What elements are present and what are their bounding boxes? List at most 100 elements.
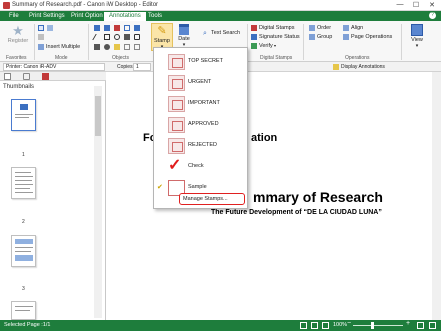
menu-item-rejected[interactable]: REJECTED	[154, 136, 247, 156]
note-icon[interactable]	[134, 25, 140, 31]
zoom-in-icon[interactable]: +	[406, 320, 410, 327]
manage-stamps-menu-item[interactable]: Manage Stamps...	[179, 193, 245, 205]
menu-item-check[interactable]: ✓ Check	[154, 157, 247, 177]
order-button[interactable]: Order	[317, 25, 331, 31]
polygon-icon[interactable]	[94, 44, 100, 50]
page-thumbnail-1[interactable]	[11, 99, 36, 131]
digital-stamps-button[interactable]: Digital Stamps	[259, 25, 294, 31]
thumbnail-scrollbar[interactable]	[94, 86, 102, 318]
rectangle-icon[interactable]	[124, 34, 130, 40]
pdf-tab-icon[interactable]	[42, 73, 49, 80]
status-bar: Selected Page :1/1 100% − +	[0, 320, 441, 331]
fit-width-icon[interactable]	[417, 322, 424, 329]
menu-item-urgent[interactable]: URGENT	[154, 73, 247, 93]
minimize-button[interactable]: —	[394, 1, 406, 8]
tab-tools[interactable]: Tools	[143, 12, 167, 21]
tab-annotations[interactable]: Annotations	[104, 12, 146, 21]
scrollbar-thumb[interactable]	[95, 96, 101, 136]
group-button[interactable]: Group	[317, 34, 332, 40]
text-line	[15, 188, 30, 189]
page-thumbnail-2[interactable]	[11, 167, 36, 199]
thumbnail-chart	[15, 239, 33, 244]
link-icon[interactable]	[124, 44, 130, 50]
group-digital-stamps-label: Digital Stamps	[260, 55, 293, 61]
layout-continuous-icon[interactable]	[311, 322, 318, 329]
doc-title: mmary of Research	[253, 189, 383, 205]
window-title: Summary of Research.pdf - Canon iW Deskt…	[12, 2, 159, 8]
layout-single-icon[interactable]	[300, 322, 307, 329]
verify-button[interactable]: Verify	[259, 43, 273, 49]
textbox-icon[interactable]	[124, 25, 130, 31]
document-scrollbar[interactable]	[432, 72, 441, 320]
pen-icon[interactable]	[94, 25, 100, 31]
comments-tab-icon[interactable]	[23, 73, 30, 80]
circle-icon[interactable]	[104, 44, 110, 50]
printer-select[interactable]: Printer: Canon iR-ADV	[3, 63, 105, 71]
display-annotations-toggle[interactable]: Display Annotations	[341, 64, 385, 70]
page-operations-icon	[343, 34, 349, 40]
manage-stamps-label: Manage Stamps...	[183, 196, 228, 202]
tab-print-option[interactable]: Print Option	[66, 12, 108, 21]
menu-item-label: IMPORTANT	[188, 100, 220, 106]
calendar-icon	[179, 24, 189, 35]
menu-item-important[interactable]: IMPORTANT	[154, 94, 247, 114]
page-number: 1	[22, 152, 25, 158]
register-button[interactable]: ★ Register	[5, 24, 31, 45]
help-icon[interactable]: ?	[429, 12, 436, 19]
rounded-rect-icon[interactable]	[134, 34, 140, 40]
ellipse-icon[interactable]	[114, 34, 120, 40]
marker-icon[interactable]	[104, 25, 110, 31]
text-line	[15, 251, 31, 252]
view-button[interactable]: View ▾	[406, 24, 428, 49]
zoom-out-icon[interactable]: −	[347, 320, 351, 327]
image-icon[interactable]	[134, 44, 140, 50]
text-icon[interactable]	[114, 25, 120, 31]
insert-multiple-icon	[38, 44, 44, 50]
thumbnail-chart	[15, 255, 33, 261]
register-label: Register	[7, 38, 29, 44]
tab-print-settings[interactable]: Print Settings	[24, 12, 70, 21]
zoom-slider-handle[interactable]	[371, 322, 374, 329]
line-icon[interactable]	[92, 34, 100, 40]
thumbnail-panel: Thumbnails 1 2 3	[0, 72, 106, 320]
group-objects-label: Objects	[112, 55, 129, 61]
zoom-slider[interactable]	[353, 325, 403, 326]
annotation-mode-icon[interactable]	[38, 34, 44, 40]
page-thumbnail-3[interactable]	[11, 235, 36, 267]
title-bar: Summary of Research.pdf - Canon iW Deskt…	[0, 0, 441, 11]
page-operations-button[interactable]: Page Operations	[351, 34, 392, 40]
select-mode-icon[interactable]	[38, 25, 44, 31]
copies-input[interactable]: 1	[133, 63, 151, 71]
selected-check-icon: ✔	[157, 184, 163, 191]
verify-icon	[251, 43, 257, 49]
arrow-icon[interactable]	[104, 34, 110, 40]
group-operations-label: Operations	[345, 55, 370, 61]
tab-file[interactable]: File	[4, 12, 24, 21]
fit-page-icon[interactable]	[429, 322, 436, 329]
text-line	[15, 176, 33, 177]
doc-subtitle: The Future Development of “DE LA CIUDAD …	[211, 209, 382, 216]
separator	[88, 24, 89, 60]
maximize-button[interactable]: ☐	[410, 1, 422, 9]
highlight-icon[interactable]	[114, 44, 120, 50]
menu-item-label: TOP SECRET	[188, 58, 223, 64]
selected-page-status: Selected Page :1/1	[4, 322, 51, 328]
group-icon	[309, 34, 315, 40]
stamp-icon	[168, 96, 185, 112]
display-annotations-icon	[333, 64, 339, 70]
layout-facing-icon[interactable]	[322, 322, 329, 329]
menu-item-approved[interactable]: APPROVED	[154, 115, 247, 135]
align-button[interactable]: Align	[351, 25, 363, 31]
panel-tabs	[0, 72, 106, 81]
signature-status-button[interactable]: Signature Status	[259, 34, 300, 40]
menu-item-top-secret[interactable]: TOP SECRET	[154, 52, 247, 72]
insert-multiple-button[interactable]: Insert Multiple	[46, 44, 80, 50]
doc-heading-right: ation	[251, 132, 278, 144]
text-search-button[interactable]: Text Search	[211, 30, 240, 36]
hand-mode-icon[interactable]	[47, 25, 53, 31]
zoom-level: 100%	[333, 322, 348, 328]
thumbnails-tab-icon[interactable]	[4, 73, 11, 80]
page-thumbnail-4[interactable]	[11, 301, 36, 320]
text-line	[15, 172, 31, 173]
close-button[interactable]: ✕	[426, 1, 438, 9]
